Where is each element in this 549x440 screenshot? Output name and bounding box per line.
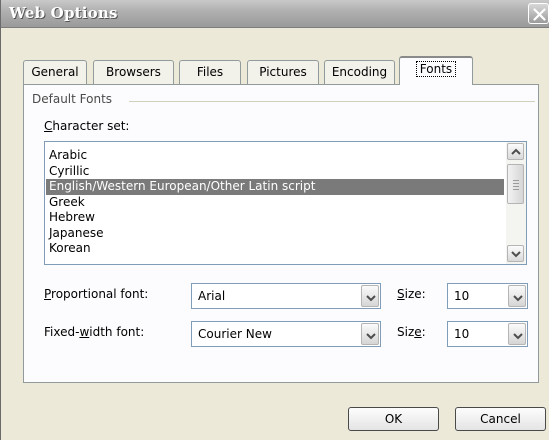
tab-label: Files: [196, 65, 224, 79]
character-set-listbox[interactable]: Arabic Cyrillic English/Western European…: [44, 141, 527, 265]
tab-label: Pictures: [259, 65, 307, 79]
scroll-up-button[interactable]: [507, 143, 524, 160]
grip-line: [513, 183, 519, 184]
proportional-size-label: Size:: [397, 287, 426, 301]
scroll-down-button[interactable]: [507, 245, 524, 262]
grip-line: [513, 180, 519, 181]
proportional-font-label: Proportional font:: [44, 287, 149, 301]
tab-browsers[interactable]: Browsers: [93, 60, 174, 84]
list-item[interactable]: Cyrillic: [46, 164, 504, 180]
proportional-size-value: 10: [454, 289, 470, 303]
default-fonts-group-label: Default Fonts: [32, 92, 113, 106]
close-icon: [533, 8, 546, 21]
dropdown-button[interactable]: [508, 323, 526, 345]
fixed-width-size-value: 10: [454, 327, 470, 341]
fixed-width-font-value: Courier New: [198, 327, 272, 341]
chevron-up-icon: [511, 148, 521, 155]
ok-button[interactable]: OK: [348, 407, 439, 431]
chevron-down-icon: [513, 333, 523, 340]
title-bar[interactable]: Web Options: [1, 0, 549, 28]
proportional-font-select[interactable]: Arial: [191, 283, 381, 309]
dropdown-button[interactable]: [361, 285, 379, 307]
dialog-title: Web Options: [9, 4, 118, 22]
tab-general[interactable]: General: [23, 60, 87, 84]
web-options-dialog: Web Options General Browsers Files Pictu…: [0, 0, 549, 440]
fixed-width-font-select[interactable]: Courier New: [191, 321, 381, 347]
list-item[interactable]: Hebrew: [46, 210, 504, 226]
chevron-down-icon: [511, 251, 521, 258]
tab-encoding[interactable]: Encoding: [324, 60, 395, 84]
proportional-font-value: Arial: [198, 289, 226, 303]
chevron-down-icon: [513, 295, 523, 302]
dropdown-button[interactable]: [508, 285, 526, 307]
fixed-width-font-label: Fixed-width font:: [44, 325, 145, 339]
scroll-thumb[interactable]: [507, 164, 524, 204]
fonts-tab-panel: Default Fonts Character set: Arabic Cyri…: [23, 84, 539, 383]
tab-files[interactable]: Files: [179, 60, 241, 84]
close-button[interactable]: [528, 3, 549, 24]
character-set-options: Arabic Cyrillic English/Western European…: [46, 148, 504, 257]
list-item[interactable]: Korean: [46, 241, 504, 257]
chevron-down-icon: [366, 295, 376, 302]
character-set-label: Character set:: [44, 119, 130, 133]
list-item[interactable]: Japanese: [46, 226, 504, 242]
dropdown-button[interactable]: [361, 323, 379, 345]
proportional-size-select[interactable]: 10: [447, 283, 528, 309]
grip-line: [513, 189, 519, 190]
cancel-button[interactable]: Cancel: [455, 407, 546, 431]
fixed-width-size-select[interactable]: 10: [447, 321, 528, 347]
chevron-down-icon: [366, 333, 376, 340]
group-divider: [129, 101, 535, 102]
list-item-selected[interactable]: English/Western European/Other Latin scr…: [46, 179, 504, 195]
fixed-width-size-label: Size:: [397, 325, 426, 339]
tab-label: Fonts: [415, 61, 457, 77]
grip-line: [513, 186, 519, 187]
tab-pictures[interactable]: Pictures: [247, 60, 319, 84]
listbox-scrollbar[interactable]: [506, 142, 526, 264]
list-item[interactable]: Arabic: [46, 148, 504, 164]
tab-label: Browsers: [106, 65, 161, 79]
tab-fonts[interactable]: Fonts: [399, 56, 473, 85]
list-item[interactable]: Greek: [46, 195, 504, 211]
tab-label: Encoding: [331, 65, 388, 79]
tab-label: General: [31, 65, 79, 79]
